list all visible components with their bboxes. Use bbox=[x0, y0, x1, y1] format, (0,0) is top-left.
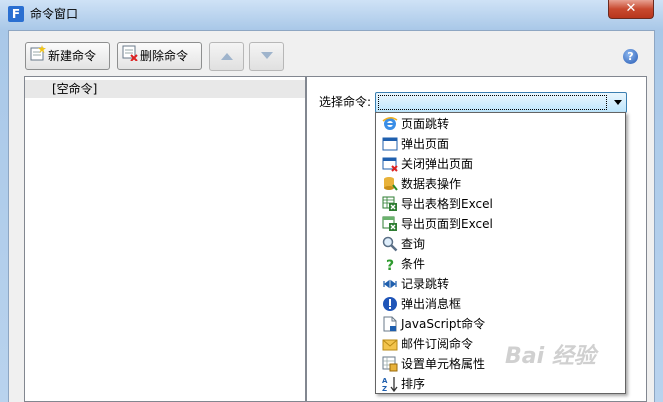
database-icon bbox=[384, 177, 398, 191]
chevron-down-icon bbox=[614, 100, 622, 105]
command-select[interactable] bbox=[375, 92, 627, 113]
option-label: 查询 bbox=[401, 237, 426, 251]
option-table-operation[interactable]: 数据表操作 bbox=[376, 174, 625, 194]
arrow-up-icon bbox=[221, 53, 233, 60]
window-title: 命令窗口 bbox=[30, 7, 79, 21]
arrow-down-icon bbox=[261, 52, 273, 59]
sort-az-icon: A Z bbox=[382, 377, 398, 392]
script-document-icon bbox=[383, 316, 397, 332]
close-popup-icon bbox=[382, 157, 398, 172]
record-navigation-icon bbox=[383, 279, 397, 289]
option-export-table-excel[interactable]: 导出表格到Excel bbox=[376, 194, 625, 214]
magnifier-icon bbox=[382, 236, 398, 252]
command-select-value bbox=[378, 95, 607, 110]
help-icon[interactable]: ? bbox=[623, 49, 638, 64]
option-label: 邮件订阅命令 bbox=[401, 337, 474, 351]
move-up-button[interactable] bbox=[209, 42, 244, 71]
new-command-icon bbox=[30, 44, 46, 70]
option-label: 弹出页面 bbox=[401, 137, 450, 151]
new-command-label: 新建命令 bbox=[48, 49, 97, 63]
option-javascript[interactable]: JavaScript命令 bbox=[376, 314, 625, 334]
option-query[interactable]: 查询 bbox=[376, 234, 625, 254]
watermark-text: Bai 经验 bbox=[505, 344, 596, 369]
command-list-item[interactable]: [空命令] bbox=[25, 80, 305, 98]
option-message-box[interactable]: 弹出消息框 bbox=[376, 294, 625, 314]
ie-browser-icon bbox=[382, 117, 398, 130]
move-down-button[interactable] bbox=[249, 42, 284, 71]
option-label: 排序 bbox=[401, 377, 426, 391]
cell-properties-icon bbox=[382, 356, 398, 372]
select-command-label: 选择命令: bbox=[319, 95, 372, 109]
popup-window-icon bbox=[382, 137, 398, 151]
option-sort[interactable]: A Z 排序 bbox=[376, 374, 625, 394]
svg-text:Z: Z bbox=[382, 385, 387, 392]
delete-command-icon bbox=[122, 44, 138, 70]
option-label: 记录跳转 bbox=[401, 277, 450, 291]
app-logo-icon: F bbox=[8, 6, 24, 22]
new-command-button[interactable]: 新建命令 bbox=[25, 42, 110, 70]
svg-text:?: ? bbox=[386, 258, 394, 272]
delete-command-button[interactable]: 删除命令 bbox=[117, 42, 202, 70]
option-label: 条件 bbox=[401, 257, 426, 271]
command-list-panel: [空命令] bbox=[24, 76, 306, 402]
excel-export-icon bbox=[382, 196, 397, 211]
option-label: 弹出消息框 bbox=[401, 297, 462, 311]
option-label: 数据表操作 bbox=[401, 177, 462, 191]
close-button[interactable]: ✕ bbox=[608, 0, 654, 19]
question-mark-icon: ? bbox=[386, 258, 394, 272]
option-popup-page[interactable]: 弹出页面 bbox=[376, 134, 625, 154]
option-close-popup[interactable]: 关闭弹出页面 bbox=[376, 154, 625, 174]
option-label: JavaScript命令 bbox=[401, 317, 486, 331]
delete-command-label: 删除命令 bbox=[140, 49, 189, 63]
envelope-icon bbox=[382, 339, 398, 351]
option-label: 导出表格到Excel bbox=[401, 197, 493, 211]
command-window: F 命令窗口 ✕ 新建命令 删除命令 ? [空命令] 选择命令: 页面跳转 弹出… bbox=[0, 0, 663, 402]
option-record-jump[interactable]: 记录跳转 bbox=[376, 274, 625, 294]
svg-text:A: A bbox=[382, 377, 388, 385]
exclamation-icon bbox=[383, 297, 397, 311]
option-page-jump[interactable]: 页面跳转 bbox=[376, 114, 625, 134]
option-export-page-excel[interactable]: 导出页面到Excel bbox=[376, 214, 625, 234]
option-label: 导出页面到Excel bbox=[401, 217, 493, 231]
option-label: 关闭弹出页面 bbox=[401, 157, 474, 171]
option-label: 页面跳转 bbox=[401, 117, 450, 131]
option-condition[interactable]: ? 条件 bbox=[376, 254, 625, 274]
excel-export-page-icon bbox=[382, 216, 397, 231]
title-bar[interactable]: F 命令窗口 ✕ bbox=[0, 0, 663, 28]
option-label: 设置单元格属性 bbox=[401, 357, 486, 371]
